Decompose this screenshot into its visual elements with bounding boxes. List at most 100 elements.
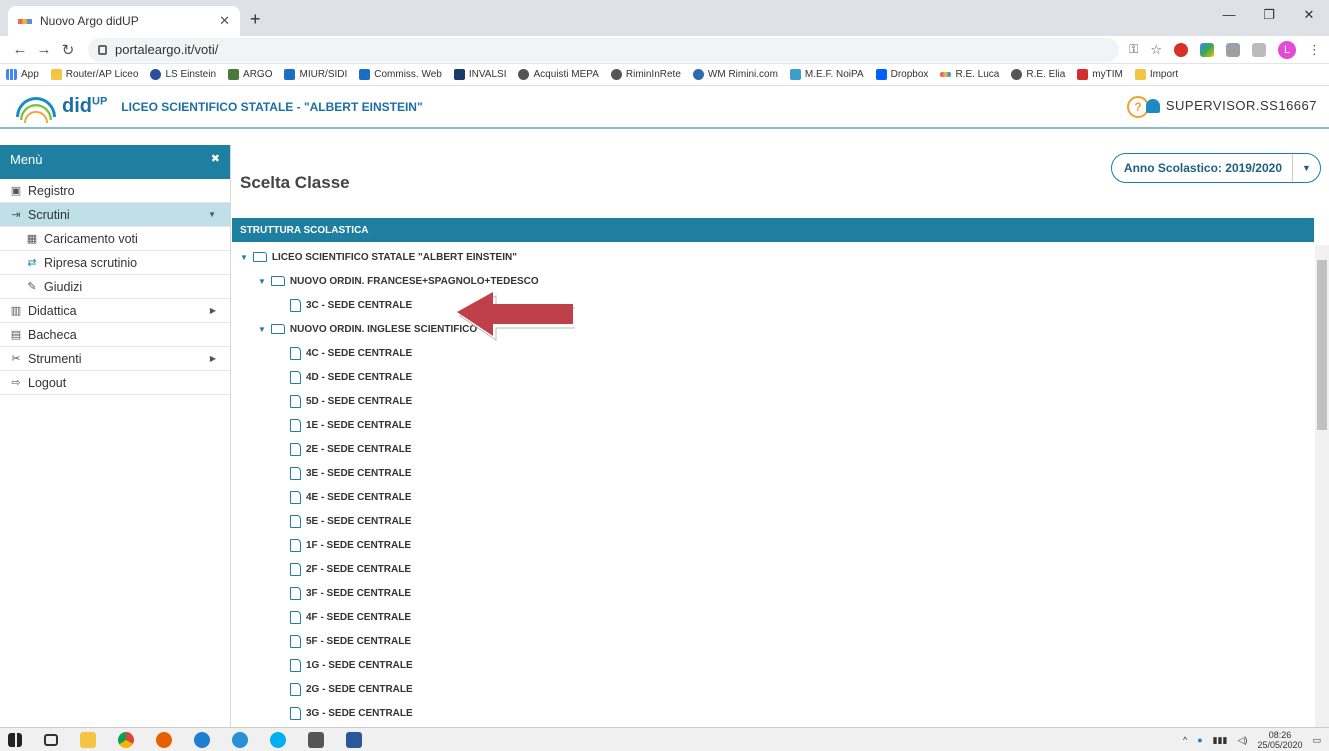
bookmark-item[interactable]: ARGO: [228, 69, 272, 80]
tree-class[interactable]: 2F - SEDE CENTRALE: [232, 557, 1314, 581]
back-icon[interactable]: ←: [8, 41, 32, 58]
bookmark-item[interactable]: R.E. Luca: [940, 69, 999, 80]
bookmark-item[interactable]: Dropbox: [875, 69, 928, 80]
sidebar-item-strumenti[interactable]: ✂ Strumenti ▶: [0, 347, 230, 371]
close-window-icon[interactable]: ✕: [1289, 0, 1329, 30]
browser-tab[interactable]: Nuovo Argo didUP ✕: [8, 6, 240, 36]
sidebar-item-didattica[interactable]: ▥ Didattica ▶: [0, 299, 230, 323]
tree-group[interactable]: ▼ NUOVO ORDIN. INGLESE SCIENTIFICO: [232, 317, 1314, 341]
tree-scrollbar[interactable]: [1315, 245, 1329, 727]
file-icon: [290, 418, 301, 432]
bookmark-item[interactable]: LS Einstein: [150, 69, 216, 80]
bookmark-item[interactable]: myTIM: [1077, 69, 1123, 80]
bluetooth-icon[interactable]: ●: [1197, 735, 1202, 745]
taskbar-clock[interactable]: 08:26 25/05/2020: [1257, 730, 1302, 750]
tree-root[interactable]: ▼ LICEO SCIENTIFICO STATALE "ALBERT EINS…: [232, 245, 1314, 269]
tree-class[interactable]: 4F - SEDE CENTRALE: [232, 605, 1314, 629]
edge-icon[interactable]: [194, 731, 210, 748]
url-field[interactable]: portaleargo.it/voti/: [88, 37, 1120, 62]
close-tab-icon[interactable]: ✕: [219, 13, 230, 29]
tree-class[interactable]: 4D - SEDE CENTRALE: [232, 365, 1314, 389]
tree-class[interactable]: 3F - SEDE CENTRALE: [232, 581, 1314, 605]
tab-title: Nuovo Argo didUP: [40, 14, 139, 28]
sidebar-item-bacheca[interactable]: ▤ Bacheca: [0, 323, 230, 347]
close-menu-icon[interactable]: ✖: [211, 152, 220, 165]
tree-class[interactable]: 1F - SEDE CENTRALE: [232, 533, 1314, 557]
argo-favicon-icon: [940, 72, 952, 77]
firefox-icon[interactable]: [156, 731, 172, 748]
bookmark-item[interactable]: R.E. Elia: [1011, 69, 1065, 80]
file-icon: [290, 682, 301, 696]
address-bar: ← → ↻ portaleargo.it/voti/ ⚿ ☆ L ⋮: [0, 36, 1329, 64]
word-icon[interactable]: [346, 731, 362, 748]
bookmark-item[interactable]: MIUR/SIDI: [284, 69, 347, 80]
volume-icon[interactable]: ◁): [1238, 735, 1248, 746]
skype-icon[interactable]: [270, 731, 286, 748]
sidebar-header: Menù ✖: [0, 145, 230, 179]
profile-avatar[interactable]: L: [1278, 40, 1296, 59]
bookmark-item[interactable]: RiminInRete: [610, 69, 681, 80]
tree-class[interactable]: 5D - SEDE CENTRALE: [232, 389, 1314, 413]
network-icon[interactable]: ▮▮▮: [1213, 735, 1228, 746]
extension-color-icon[interactable]: [1200, 42, 1214, 57]
extension-drive-icon[interactable]: [1226, 42, 1240, 57]
bookmark-apps[interactable]: App: [6, 69, 39, 80]
sidebar-item-scrutini[interactable]: ⇥ Scrutini ▼: [0, 203, 230, 227]
tree-class[interactable]: 3G - SEDE CENTRALE: [232, 701, 1314, 725]
bookmark-item[interactable]: Acquisti MEPA: [518, 69, 599, 80]
tree-class[interactable]: 2G - SEDE CENTRALE: [232, 677, 1314, 701]
bookmark-item[interactable]: Router/AP Liceo: [50, 69, 138, 80]
folder-open-icon: [270, 276, 285, 286]
chrome-icon[interactable]: [118, 731, 134, 748]
bookmark-item[interactable]: Commiss. Web: [359, 69, 442, 80]
notification-icon[interactable]: ▭: [1312, 735, 1321, 746]
tree-class[interactable]: 4E - SEDE CENTRALE: [232, 485, 1314, 509]
star-icon[interactable]: ☆: [1150, 42, 1162, 58]
task-view-icon[interactable]: [44, 733, 58, 746]
folder-open-icon: [252, 252, 267, 262]
folder-open-icon: [270, 324, 285, 334]
sidebar-item-registro[interactable]: ▣ Registro: [0, 179, 230, 203]
browser-tabbar: Nuovo Argo didUP ✕ + — ❐ ✕: [0, 0, 1329, 36]
school-year-selector[interactable]: Anno Scolastico: 2019/2020 ▼: [1110, 153, 1321, 183]
sidebar-item-caricamento-voti[interactable]: ▦ Caricamento voti: [0, 227, 230, 251]
calculator-icon[interactable]: [308, 731, 324, 748]
windows-start-icon[interactable]: [8, 732, 22, 747]
key-icon[interactable]: ⚿: [1129, 42, 1138, 57]
user-icon: [1145, 98, 1160, 113]
sidebar-item-logout[interactable]: ⇨ Logout: [0, 371, 230, 395]
restore-icon[interactable]: ❐: [1249, 0, 1289, 30]
sidebar-item-ripresa-scrutinio[interactable]: ⇄ Ripresa scrutinio: [0, 251, 230, 275]
bookmark-item[interactable]: WM Rimini.com: [692, 69, 778, 80]
adblock-icon[interactable]: [1174, 42, 1188, 57]
tree-class[interactable]: 4C - SEDE CENTRALE: [232, 341, 1314, 365]
minimize-icon[interactable]: —: [1209, 0, 1249, 30]
file-explorer-icon[interactable]: [80, 731, 96, 748]
new-tab-icon[interactable]: +: [250, 9, 261, 30]
sidebar-item-giudizi[interactable]: ✎ Giudizi: [0, 275, 230, 299]
menu-dots-icon[interactable]: ⋮: [1308, 42, 1321, 58]
scrollbar-thumb[interactable]: [1317, 260, 1327, 430]
tree-class[interactable]: 1E - SEDE CENTRALE: [232, 413, 1314, 437]
forward-icon[interactable]: →: [32, 41, 56, 58]
tree-class[interactable]: 1G - SEDE CENTRALE: [232, 653, 1314, 677]
user-menu[interactable]: SUPERVISOR.SS16667: [1145, 98, 1317, 113]
edge-chromium-icon[interactable]: [232, 731, 248, 748]
extension-shield-icon[interactable]: [1252, 42, 1266, 57]
edit-icon: ✎: [27, 281, 37, 293]
chevron-up-icon[interactable]: ^: [1183, 735, 1187, 745]
tree-class[interactable]: 2E - SEDE CENTRALE: [232, 437, 1314, 461]
window-controls: — ❐ ✕: [1209, 0, 1329, 30]
dropbox-icon: [875, 69, 887, 80]
bookmark-item[interactable]: INVALSI: [453, 69, 506, 80]
username: SUPERVISOR.SS16667: [1165, 98, 1317, 113]
bookmark-item[interactable]: Import: [1134, 69, 1178, 80]
reload-icon[interactable]: ↻: [56, 41, 80, 59]
folder-icon: [1134, 69, 1146, 80]
tree-class[interactable]: 3C - SEDE CENTRALE: [232, 293, 1314, 317]
tree-group[interactable]: ▼ NUOVO ORDIN. FRANCESE+SPAGNOLO+TEDESCO: [232, 269, 1314, 293]
tree-class[interactable]: 3E - SEDE CENTRALE: [232, 461, 1314, 485]
bookmark-item[interactable]: M.E.F. NoiPA: [789, 69, 864, 80]
tree-class[interactable]: 5F - SEDE CENTRALE: [232, 629, 1314, 653]
tree-class[interactable]: 5E - SEDE CENTRALE: [232, 509, 1314, 533]
